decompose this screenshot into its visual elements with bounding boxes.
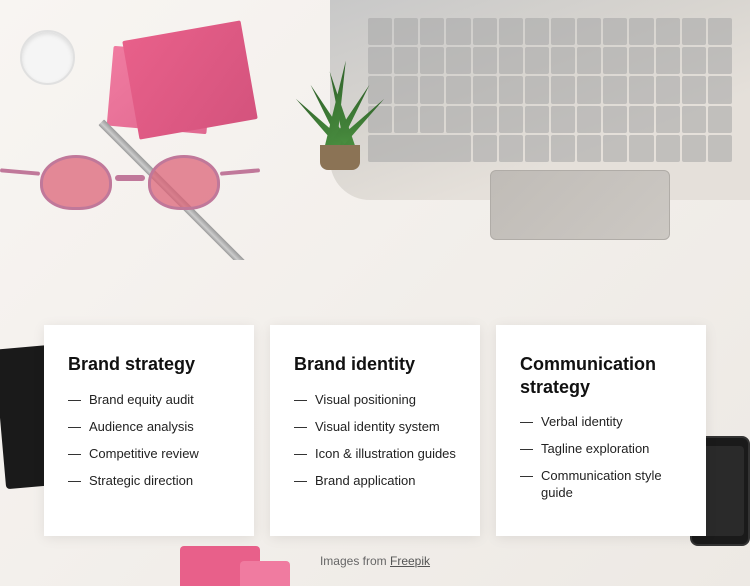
brand-identity-card: Brand identity — Visual positioning — Vi… bbox=[270, 325, 480, 536]
footer-link[interactable]: Freepik bbox=[390, 554, 430, 568]
pink-paper bbox=[122, 20, 258, 139]
list-dash: — bbox=[68, 419, 81, 436]
content-overlay: Brand strategy — Brand equity audit — Au… bbox=[0, 325, 750, 586]
list-item: — Communication style guide bbox=[520, 468, 682, 502]
glasses-arm-left bbox=[0, 168, 40, 175]
list-item-text: Strategic direction bbox=[89, 473, 193, 490]
plant-leaves bbox=[300, 10, 380, 150]
brand-identity-title: Brand identity bbox=[294, 353, 456, 376]
plant bbox=[290, 10, 390, 170]
brand-strategy-card: Brand strategy — Brand equity audit — Au… bbox=[44, 325, 254, 536]
list-item-text: Brand equity audit bbox=[89, 392, 194, 409]
list-dash: — bbox=[520, 441, 533, 458]
glasses-arm-right bbox=[220, 168, 260, 175]
glasses-frame bbox=[30, 155, 230, 215]
list-item: — Competitive review bbox=[68, 446, 230, 463]
list-item-text: Competitive review bbox=[89, 446, 199, 463]
footer: Images from Freepik bbox=[0, 554, 750, 568]
list-dash: — bbox=[294, 419, 307, 436]
list-dash: — bbox=[294, 392, 307, 409]
list-item-text: Visual positioning bbox=[315, 392, 416, 409]
trackpad bbox=[490, 170, 670, 240]
list-item: — Verbal identity bbox=[520, 414, 682, 431]
list-dash: — bbox=[520, 468, 533, 485]
list-item: — Brand equity audit bbox=[68, 392, 230, 409]
list-item-text: Tagline exploration bbox=[541, 441, 649, 458]
footer-text: Images from bbox=[320, 554, 390, 568]
list-item-text: Brand application bbox=[315, 473, 415, 490]
background-photo bbox=[0, 0, 750, 260]
list-dash: — bbox=[294, 446, 307, 463]
sunglasses bbox=[30, 145, 230, 225]
list-dash: — bbox=[68, 446, 81, 463]
list-item: — Brand application bbox=[294, 473, 456, 490]
list-item: — Strategic direction bbox=[68, 473, 230, 490]
list-dash: — bbox=[294, 473, 307, 490]
list-dash: — bbox=[68, 392, 81, 409]
list-item: — Audience analysis bbox=[68, 419, 230, 436]
list-item-text: Verbal identity bbox=[541, 414, 623, 431]
list-item: — Visual positioning bbox=[294, 392, 456, 409]
list-item: — Icon & illustration guides bbox=[294, 446, 456, 463]
glasses-bridge bbox=[115, 175, 145, 181]
list-item-text: Audience analysis bbox=[89, 419, 194, 436]
communication-strategy-title: Communication strategy bbox=[520, 353, 682, 398]
list-dash: — bbox=[520, 414, 533, 431]
glasses-lens-right bbox=[148, 155, 220, 210]
cards-container: Brand strategy — Brand equity audit — Au… bbox=[20, 325, 730, 536]
glasses-lens-left bbox=[40, 155, 112, 210]
list-item-text: Icon & illustration guides bbox=[315, 446, 456, 463]
list-dash: — bbox=[68, 473, 81, 490]
communication-strategy-card: Communication strategy — Verbal identity… bbox=[496, 325, 706, 536]
list-item-text: Communication style guide bbox=[541, 468, 682, 502]
keyboard-keys bbox=[360, 10, 740, 170]
list-item-text: Visual identity system bbox=[315, 419, 440, 436]
list-item: — Tagline exploration bbox=[520, 441, 682, 458]
brand-identity-list: — Visual positioning — Visual identity s… bbox=[294, 392, 456, 490]
list-item: — Visual identity system bbox=[294, 419, 456, 436]
communication-strategy-list: — Verbal identity — Tagline exploration … bbox=[520, 414, 682, 502]
brand-strategy-title: Brand strategy bbox=[68, 353, 230, 376]
cup bbox=[20, 30, 75, 85]
plant-pot bbox=[320, 145, 360, 170]
brand-strategy-list: — Brand equity audit — Audience analysis… bbox=[68, 392, 230, 490]
